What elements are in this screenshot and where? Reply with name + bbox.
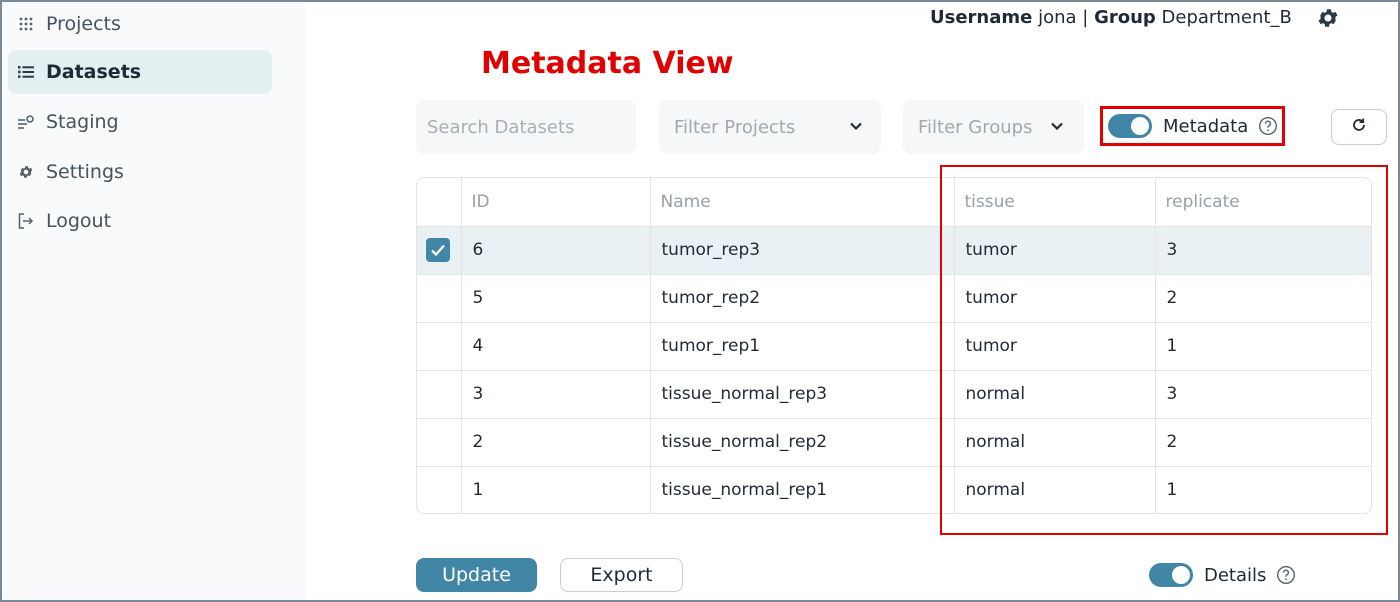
sidebar-item-logout[interactable]: Logout <box>8 199 272 243</box>
cell-tissue: normal <box>954 466 1156 513</box>
cell-name: tissue_normal_rep1 <box>650 466 955 513</box>
cell-replicate: 3 <box>1155 226 1371 275</box>
table-row[interactable]: 5 tumor_rep2 tumor 2 <box>417 274 1371 323</box>
sidebar-item-settings[interactable]: Settings <box>8 150 272 194</box>
cell-tissue: tumor <box>954 226 1156 275</box>
filter-groups-label: Filter Groups <box>918 116 1033 138</box>
cell-name: tumor_rep3 <box>650 226 955 275</box>
cell-tissue: normal <box>954 418 1156 467</box>
group-value: Department_B <box>1161 7 1292 28</box>
table-row[interactable]: 6 tumor_rep3 tumor 3 <box>417 226 1371 275</box>
column-header-select <box>417 178 462 227</box>
cell-id: 4 <box>461 322 651 371</box>
cell-id: 3 <box>461 370 651 419</box>
cell-name: tissue_normal_rep2 <box>650 418 955 467</box>
cell-replicate: 1 <box>1166 480 1178 501</box>
username-value: jona <box>1038 7 1077 28</box>
gear-icon <box>8 164 44 180</box>
search-input[interactable] <box>416 100 636 154</box>
cell-tissue: tumor <box>954 322 1156 371</box>
column-header-tissue[interactable]: tissue <box>954 178 1156 227</box>
table-row[interactable]: 4 tumor_rep1 tumor 1 <box>417 322 1371 371</box>
refresh-icon <box>1351 117 1367 137</box>
sidebar-item-staging[interactable]: Staging <box>8 100 272 144</box>
metadata-toggle-label: Metadata <box>1163 115 1249 137</box>
details-toggle-label: Details <box>1204 564 1267 586</box>
page-title: Metadata View <box>481 46 734 81</box>
table-row[interactable]: 3 tissue_normal_rep3 normal 3 <box>417 370 1371 419</box>
sidebar-item-label: Projects <box>46 13 121 35</box>
filter-projects-label: Filter Projects <box>674 116 796 138</box>
sidebar: Projects Datasets Staging Settings Logou… <box>2 2 306 600</box>
username-label: Username <box>930 7 1033 28</box>
row-select-cell[interactable] <box>417 226 462 275</box>
row-select-cell[interactable] <box>417 418 462 467</box>
refresh-button[interactable] <box>1331 109 1387 145</box>
column-header-name[interactable]: Name <box>650 178 955 227</box>
cell-id: 6 <box>461 226 651 275</box>
check-icon <box>431 244 445 257</box>
row-checkbox[interactable] <box>426 238 450 262</box>
row-select-cell[interactable] <box>417 274 462 323</box>
filter-projects-dropdown[interactable]: Filter Projects <box>659 100 881 154</box>
cell-name: tumor_rep1 <box>650 322 955 371</box>
cell-name: tissue_normal_rep3 <box>650 370 955 419</box>
cell-replicate: 3 <box>1155 370 1371 419</box>
help-icon[interactable] <box>1258 116 1278 136</box>
app-window: Projects Datasets Staging Settings Logou… <box>0 0 1400 602</box>
row-select-cell[interactable] <box>417 322 462 371</box>
list-icon <box>8 66 44 78</box>
sidebar-item-label: Staging <box>46 111 119 133</box>
column-header-replicate[interactable]: replicate <box>1155 178 1371 227</box>
column-header-id[interactable]: ID <box>461 178 651 227</box>
datasets-table: ID Name tissue replicate 6 tumor_rep3 tu… <box>416 177 1372 514</box>
cell-replicate: 2 <box>1155 418 1371 467</box>
cell-tissue: tumor <box>954 274 1156 323</box>
chevron-down-icon <box>849 117 863 138</box>
grid-dots-icon <box>8 17 44 31</box>
update-button[interactable]: Update <box>416 558 537 592</box>
cell-tissue: normal <box>954 370 1156 419</box>
sidebar-item-label: Logout <box>46 210 112 232</box>
sidebar-item-datasets[interactable]: Datasets <box>8 50 272 94</box>
cell-id: 2 <box>461 418 651 467</box>
cell-name: tumor_rep2 <box>650 274 955 323</box>
cell-replicate: 2 <box>1155 274 1371 323</box>
chevron-down-icon <box>1050 117 1064 138</box>
export-button[interactable]: Export <box>560 558 683 592</box>
metadata-toggle-group: Metadata <box>1100 106 1285 146</box>
metadata-toggle[interactable] <box>1108 114 1152 138</box>
sidebar-item-label: Datasets <box>46 61 142 83</box>
cell-replicate: 1 <box>1155 322 1371 371</box>
sidebar-item-label: Settings <box>46 161 124 183</box>
user-info: Username jona | Group Department_B <box>930 7 1292 28</box>
details-toggle[interactable] <box>1149 563 1193 587</box>
table-header-row: ID Name tissue replicate <box>417 178 1371 227</box>
details-toggle-group: Details <box>1149 562 1296 588</box>
user-info-separator: | <box>1082 7 1089 28</box>
row-select-cell[interactable] <box>417 370 462 419</box>
filter-groups-dropdown[interactable]: Filter Groups <box>903 100 1084 154</box>
sidebar-item-projects[interactable]: Projects <box>8 2 272 46</box>
logout-icon <box>8 213 44 229</box>
row-select-cell[interactable] <box>417 466 462 513</box>
cell-id: 5 <box>461 274 651 323</box>
table-row[interactable]: 1 tissue_normal_rep1 normal 1 <box>417 466 1371 513</box>
group-label: Group <box>1094 7 1156 28</box>
staging-icon <box>8 115 44 129</box>
help-icon[interactable] <box>1276 565 1296 585</box>
table-row[interactable]: 2 tissue_normal_rep2 normal 2 <box>417 418 1371 467</box>
gear-icon[interactable] <box>1316 6 1340 30</box>
cell-id: 1 <box>461 466 651 513</box>
